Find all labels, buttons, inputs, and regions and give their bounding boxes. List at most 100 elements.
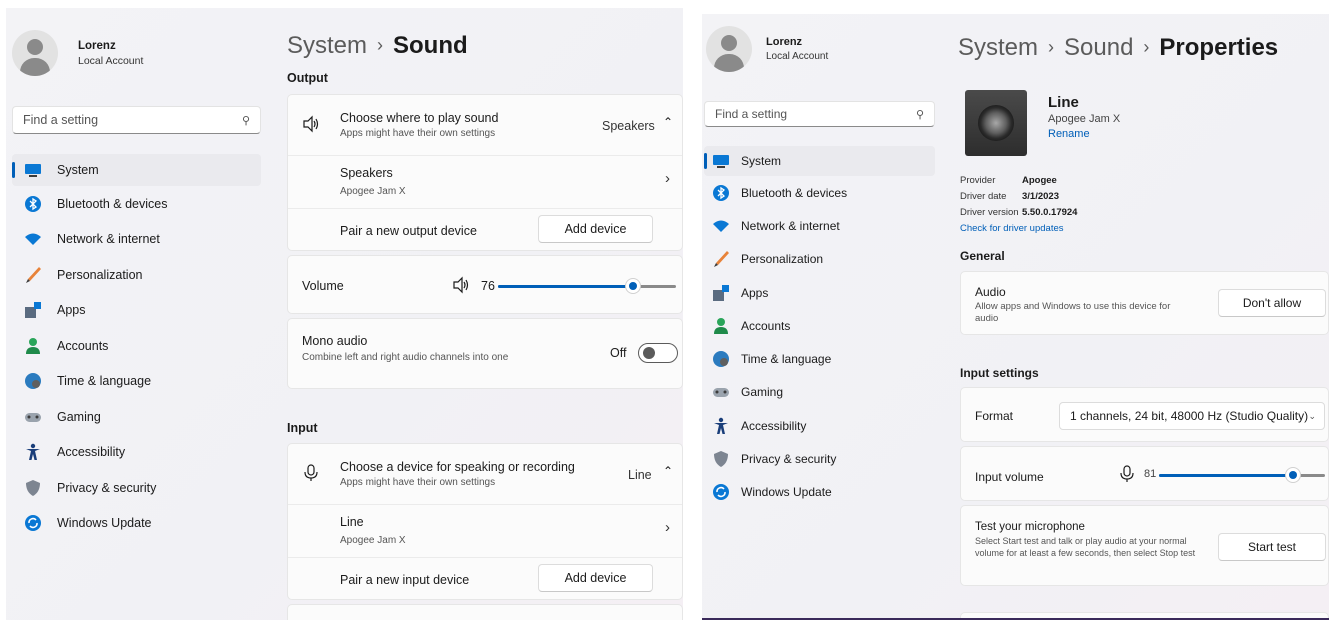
avatar [12, 30, 58, 76]
bluetooth-icon [712, 184, 730, 202]
output-card: Choose where to play sound Apps might ha… [287, 94, 683, 251]
update-icon [712, 483, 730, 501]
wifi-icon [712, 217, 730, 235]
input-device-selector[interactable]: Choose a device for speaking or recordin… [288, 444, 682, 504]
user-name: Lorenz [766, 36, 803, 48]
sidebar-item-network[interactable]: Network & internet [704, 209, 935, 242]
sidebar-item-privacy[interactable]: Privacy & security [12, 470, 261, 506]
add-input-device-button[interactable]: Add device [538, 564, 653, 592]
user-name: Lorenz [78, 39, 116, 52]
test-microphone-card: Test your microphone Select Start test a… [960, 505, 1329, 586]
sidebar-item-gaming[interactable]: Gaming [12, 399, 261, 435]
rename-link[interactable]: Rename [1048, 128, 1120, 140]
breadcrumb-separator: › [377, 35, 384, 55]
sidebar-item-label: System [57, 163, 99, 177]
sidebar-item-gaming[interactable]: Gaming [704, 376, 935, 409]
sidebar-item-label: Accounts [741, 318, 791, 333]
input-device-name: Line [340, 515, 364, 529]
device-properties-window: Lorenz Local Account Find a setting ⚲ Sy… [702, 14, 1329, 620]
shield-icon [712, 450, 730, 468]
user-profile[interactable]: Lorenz Local Account [706, 26, 828, 72]
device-subtitle: Apogee Jam X [1048, 113, 1121, 125]
sidebar-item-label: Accessibility [57, 445, 126, 460]
test-mic-title: Test your microphone [975, 521, 1085, 533]
shield-icon [24, 479, 42, 497]
avatar [706, 26, 752, 72]
sidebar-item-label: Network & internet [741, 218, 840, 233]
input-volume-value: 81 [1144, 468, 1157, 480]
format-dropdown[interactable]: 1 channels, 24 bit, 48000 Hz (Studio Qua… [1059, 402, 1325, 430]
sidebar-item-label: Windows Update [741, 485, 832, 500]
search-icon[interactable]: ⚲ [916, 108, 924, 121]
user-profile[interactable]: Lorenz Local Account [12, 30, 143, 76]
output-device-subtitle: Apogee Jam X [340, 186, 406, 197]
chevron-up-icon[interactable]: ⌃ [663, 115, 673, 129]
sidebar-item-accessibility[interactable]: Accessibility [704, 409, 935, 442]
add-output-device-button[interactable]: Add device [538, 215, 653, 243]
pair-output-label: Pair a new output device [340, 224, 477, 238]
start-test-button[interactable]: Start test [1218, 533, 1326, 561]
sidebar-item-privacy[interactable]: Privacy & security [704, 442, 935, 475]
volume-speaker-icon[interactable] [452, 276, 470, 294]
sidebar-item-label: Bluetooth & devices [741, 185, 848, 200]
pair-input-label: Pair a new input device [340, 573, 470, 587]
sidebar-item-personalization[interactable]: Personalization [704, 243, 935, 276]
sidebar-item-label: System [741, 154, 782, 168]
breadcrumb-sound[interactable]: Sound [1064, 34, 1133, 61]
sidebar-item-label: Bluetooth & devices [57, 196, 168, 211]
volume-slider[interactable] [498, 278, 676, 294]
output-device-selector[interactable]: Choose where to play sound Apps might ha… [288, 95, 682, 155]
search-box[interactable]: Find a setting ⚲ [704, 101, 935, 127]
sidebar-item-accessibility[interactable]: Accessibility [12, 435, 261, 471]
sidebar-item-windows-update[interactable]: Windows Update [704, 476, 935, 509]
slider-fill [1159, 474, 1294, 477]
sidebar-item-bluetooth[interactable]: Bluetooth & devices [12, 186, 261, 222]
sidebar-item-label: Time & language [57, 374, 152, 389]
breadcrumb-system[interactable]: System [287, 32, 367, 59]
driver-version-label: Driver version [960, 207, 1019, 218]
input-device-subtitle: Apogee Jam X [340, 535, 406, 546]
microphone-icon[interactable] [1118, 465, 1136, 483]
monitor-icon [24, 161, 42, 179]
sidebar-item-label: Time & language [741, 352, 832, 367]
sidebar-item-apps[interactable]: Apps [12, 293, 261, 329]
chevron-down-icon: ⌄ [1308, 410, 1316, 421]
sidebar-item-time-language[interactable]: Time & language [12, 364, 261, 400]
output-device-speakers[interactable]: Speakers Apogee Jam X › [288, 156, 682, 208]
sidebar-item-system[interactable]: System [12, 154, 261, 186]
sidebar-item-personalization[interactable]: Personalization [12, 257, 261, 293]
sidebar-item-network[interactable]: Network & internet [12, 222, 261, 258]
breadcrumb-current: Sound [393, 32, 468, 59]
output-current-device: Speakers [602, 119, 655, 133]
page-title: System › Sound [287, 32, 468, 60]
sidebar-item-windows-update[interactable]: Windows Update [12, 506, 261, 542]
search-icon[interactable]: ⚲ [242, 114, 250, 127]
slider-thumb[interactable] [625, 278, 642, 294]
chevron-up-icon[interactable]: ⌃ [663, 464, 673, 478]
breadcrumb-system[interactable]: System [958, 34, 1038, 61]
provider-label: Provider [960, 175, 996, 186]
format-label: Format [975, 409, 1014, 423]
sidebar-item-label: Privacy & security [57, 480, 157, 495]
apps-icon [24, 301, 42, 319]
input-device-line[interactable]: Line Apogee Jam X › [288, 505, 682, 557]
bluetooth-icon [24, 195, 42, 213]
input-card: Choose a device for speaking or recordin… [287, 443, 683, 600]
input-volume-label: Input volume [975, 470, 1044, 484]
dont-allow-button[interactable]: Don't allow [1218, 289, 1326, 317]
sidebar-item-system[interactable]: System [704, 146, 935, 176]
accessibility-icon [24, 443, 42, 461]
slider-thumb[interactable] [1285, 467, 1302, 483]
mono-audio-card: Mono audio Combine left and right audio … [287, 318, 683, 389]
output-choose-subtitle: Apps might have their own settings [340, 128, 496, 139]
sidebar-item-bluetooth[interactable]: Bluetooth & devices [704, 176, 935, 209]
sidebar-item-accounts[interactable]: Accounts [704, 309, 935, 342]
sidebar-item-label: Windows Update [57, 516, 152, 531]
sidebar-item-apps[interactable]: Apps [704, 276, 935, 309]
input-volume-slider[interactable] [1159, 467, 1325, 483]
check-driver-updates-link[interactable]: Check for driver updates [960, 223, 1064, 234]
search-box[interactable]: Find a setting ⚲ [12, 106, 261, 134]
sidebar-item-accounts[interactable]: Accounts [12, 328, 261, 364]
sidebar-item-time-language[interactable]: Time & language [704, 342, 935, 375]
mono-audio-toggle[interactable] [638, 343, 678, 363]
